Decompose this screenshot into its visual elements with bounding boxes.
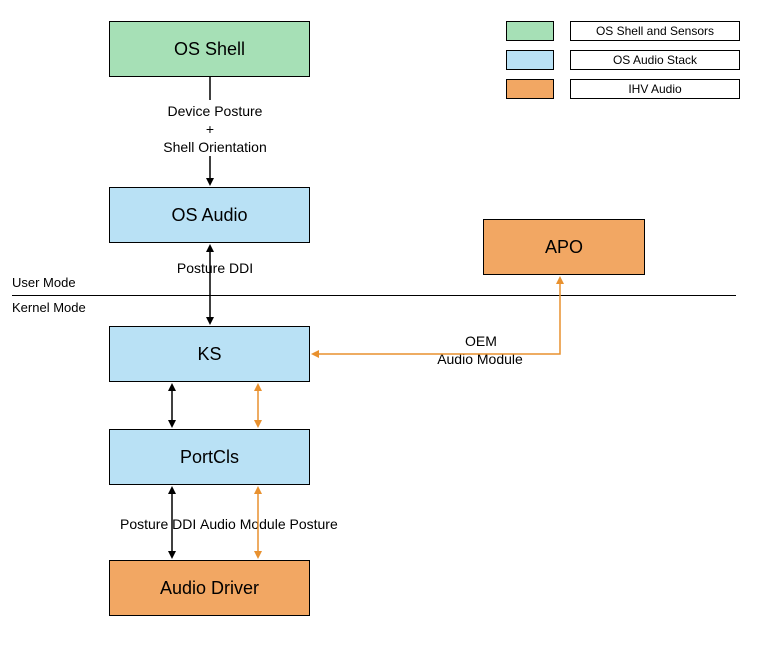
arrow-ks-apo-orange [313,278,560,354]
diagram-canvas: OS Shell and Sensors OS Audio Stack IHV … [0,0,768,661]
arrows-layer [0,0,768,661]
